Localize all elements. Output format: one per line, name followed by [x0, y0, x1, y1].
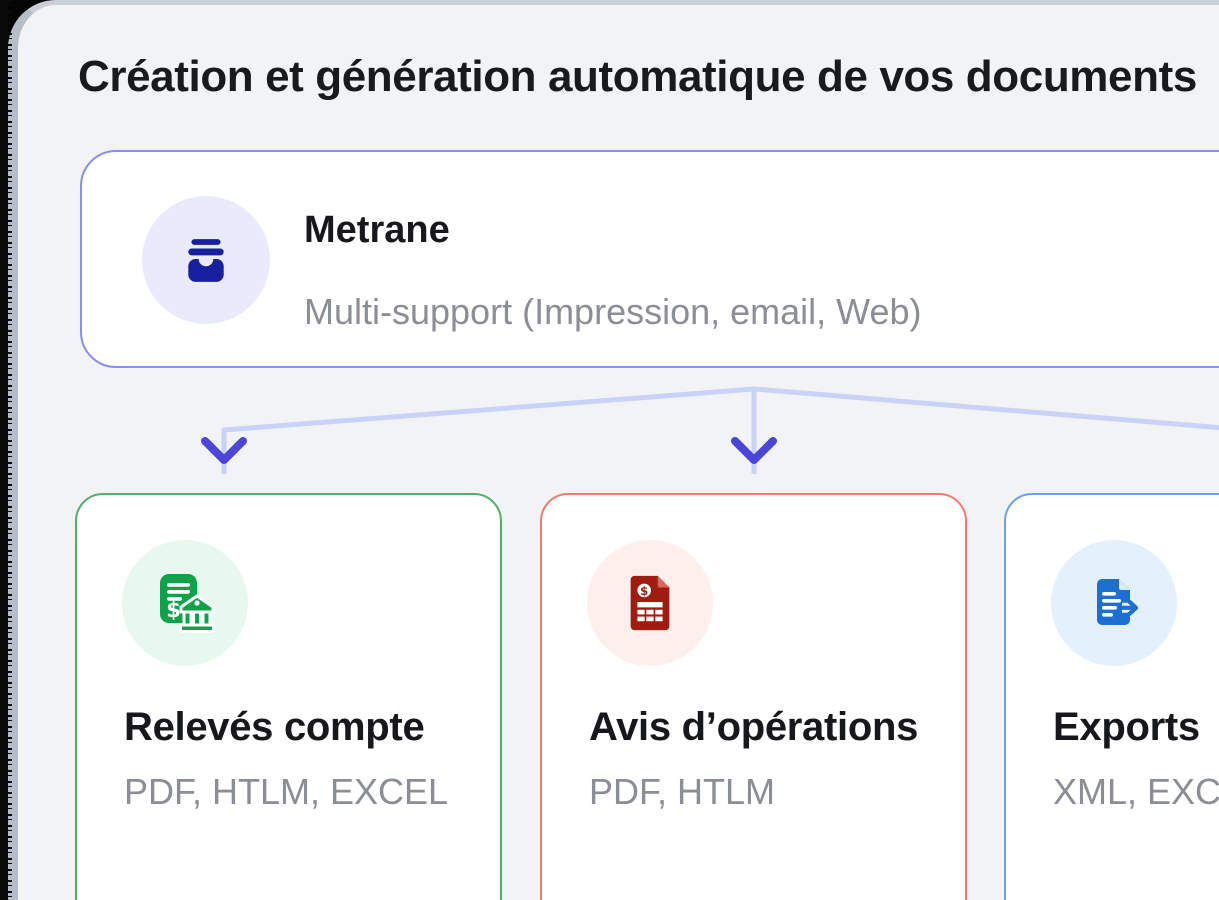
exports-title: Exports — [1053, 705, 1200, 750]
torn-left-edge — [0, 0, 8, 900]
export-file-arrow-icon — [1082, 571, 1146, 635]
card-avis-operations: $ Avis d’opérations PDF, HTLM — [540, 493, 967, 900]
wallet-archive-icon — [181, 235, 231, 285]
card-releves-compte: $ Relevés compte PDF, HTLM, EXCEL — [75, 493, 502, 900]
page-title: Création et génération automatique de vo… — [78, 52, 1197, 102]
card-exports: Exports XML, EXCEL — [1004, 493, 1219, 900]
bank-statement-icon: $ — [152, 570, 218, 636]
metrane-text: Metrane Multi-support (Impression, email… — [304, 208, 922, 333]
metrane-title: Metrane — [304, 208, 922, 254]
invoice-table-icon: $ — [619, 572, 681, 634]
avis-title: Avis d’opérations — [589, 705, 918, 750]
svg-text:$: $ — [166, 598, 181, 622]
metrane-card: Metrane Multi-support (Impression, email… — [80, 150, 1219, 368]
releves-icon-circle: $ — [122, 540, 248, 666]
svg-text:$: $ — [640, 584, 648, 598]
exports-subtitle: XML, EXCEL — [1053, 771, 1219, 813]
exports-icon-circle — [1051, 540, 1177, 666]
metrane-subtitle: Multi-support (Impression, email, Web) — [304, 290, 922, 333]
releves-subtitle: PDF, HTLM, EXCEL — [124, 771, 448, 813]
screenshot-root: Création et génération automatique de vo… — [0, 0, 1219, 900]
avis-icon-circle: $ — [587, 540, 713, 666]
avis-subtitle: PDF, HTLM — [589, 771, 775, 813]
releves-title: Relevés compte — [124, 705, 424, 750]
metrane-icon-circle — [142, 196, 270, 324]
